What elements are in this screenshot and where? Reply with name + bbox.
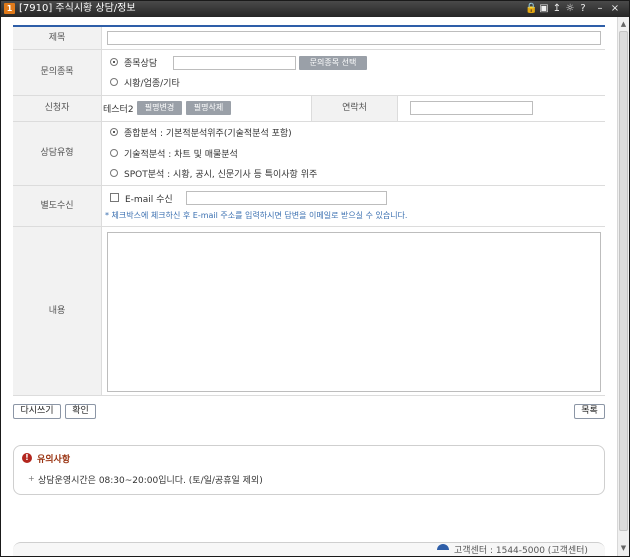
confirm-button[interactable]: 확인 bbox=[65, 404, 96, 419]
nickname-change-button[interactable]: 필명변경 bbox=[137, 101, 182, 115]
phone-icon bbox=[437, 544, 449, 550]
scroll-up-icon[interactable]: ▲ bbox=[618, 18, 629, 30]
minimize-icon[interactable]: – bbox=[594, 2, 606, 16]
inquiry-stock-radio[interactable] bbox=[110, 58, 118, 66]
app-window: 1 [7910] 주식시황 상담/정보 🔒 ▣ ↥ ☼ ? – × ▲ ▼ 제목… bbox=[0, 0, 630, 557]
nickname-delete-button[interactable]: 필명삭제 bbox=[186, 101, 231, 115]
email-input[interactable] bbox=[186, 191, 387, 205]
vertical-scrollbar[interactable]: ▲ ▼ bbox=[617, 17, 629, 556]
consult-type-radio-spot[interactable] bbox=[110, 169, 118, 177]
applicant-label: 신청자 bbox=[13, 96, 102, 121]
notice-title: 유의사항 bbox=[37, 455, 71, 465]
consult-type-radio-comprehensive[interactable] bbox=[110, 128, 118, 136]
app-icon: 1 bbox=[4, 3, 15, 14]
separate-receive-label: 별도수신 bbox=[13, 186, 102, 226]
content-textarea[interactable] bbox=[107, 232, 601, 392]
scroll-down-icon[interactable]: ▼ bbox=[618, 542, 629, 554]
inquiry-market-radio[interactable] bbox=[110, 78, 118, 86]
title-bar: 1 [7910] 주식시황 상담/정보 🔒 ▣ ↥ ☼ ? – × bbox=[1, 1, 629, 17]
list-button[interactable]: 목록 bbox=[574, 404, 605, 419]
settings-icon[interactable]: ☼ bbox=[564, 2, 576, 16]
consult-type-spot-label: SPOT분석 : 시황, 공시, 신문기사 등 특이사항 위주 bbox=[124, 170, 318, 180]
title-label: 제목 bbox=[13, 27, 102, 49]
pin-icon[interactable]: ↥ bbox=[551, 2, 563, 16]
scroll-thumb[interactable] bbox=[619, 31, 628, 531]
inquiry-market-label: 시황/업종/기타 bbox=[124, 79, 180, 89]
close-icon[interactable]: × bbox=[609, 2, 621, 16]
notice-item: 상담운영시간은 08:30~20:00입니다. (토/일/공휴일 제외) bbox=[38, 476, 263, 486]
email-hint: * 체크박스에 체크하신 후 E-mail 주소를 입력하시면 답변을 이메일로… bbox=[105, 211, 408, 220]
window-title: [7910] 주식시황 상담/정보 bbox=[19, 3, 136, 14]
lock-icon[interactable]: 🔒 bbox=[525, 2, 537, 16]
notice-box: ! 유의사항 + 상담운영시간은 08:30~20:00입니다. (토/일/공휴… bbox=[13, 445, 605, 495]
inquiry-stock-label: 종목상담 bbox=[124, 59, 158, 69]
contact-input[interactable] bbox=[410, 101, 533, 115]
applicant-name: 테스터2 bbox=[103, 105, 134, 115]
consult-type-radio-technical[interactable] bbox=[110, 149, 118, 157]
alert-icon: ! bbox=[22, 453, 32, 463]
footer-strip: 고객센터 : 1544-5000 (고객센터) bbox=[13, 542, 605, 556]
rewrite-button[interactable]: 다시쓰기 bbox=[13, 404, 61, 419]
contact-label: 연락처 bbox=[311, 96, 398, 121]
bullet-icon: + bbox=[28, 474, 35, 483]
row-divider bbox=[13, 395, 605, 396]
consult-type-comprehensive-label: 종합분석 : 기본적분석위주(기술적분석 포함) bbox=[124, 129, 292, 139]
consult-type-label: 상담유형 bbox=[13, 122, 102, 185]
footer-text: 고객센터 : 1544-5000 (고객센터) bbox=[454, 546, 588, 556]
content-label: 내용 bbox=[13, 227, 102, 395]
help-icon[interactable]: ? bbox=[577, 2, 589, 16]
select-stock-button[interactable]: 문의종목 선택 bbox=[299, 56, 367, 70]
consult-type-technical-label: 기술적분석 : 차트 및 매물분석 bbox=[124, 150, 238, 160]
email-checkbox-label: E-mail 수신 bbox=[125, 195, 173, 205]
title-input[interactable] bbox=[107, 31, 601, 45]
window-frame-icon[interactable]: ▣ bbox=[538, 2, 550, 16]
email-checkbox[interactable] bbox=[110, 193, 119, 202]
stock-input[interactable] bbox=[173, 56, 296, 70]
inquiry-label: 문의종목 bbox=[13, 50, 102, 95]
